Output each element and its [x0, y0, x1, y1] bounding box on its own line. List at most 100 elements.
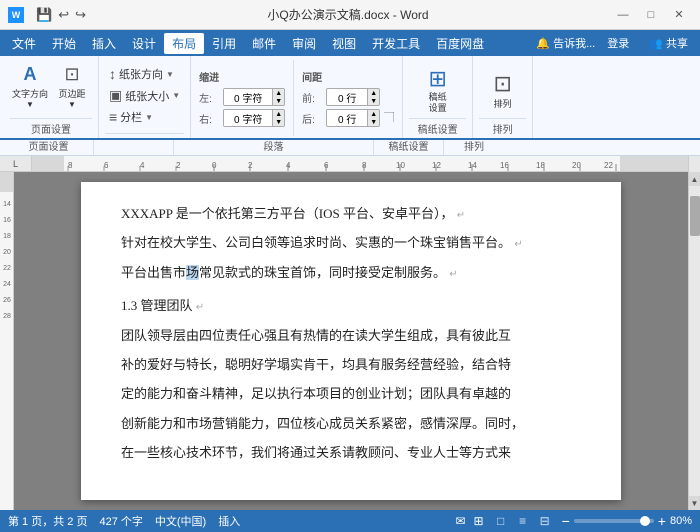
scroll-thumb[interactable] [690, 196, 700, 236]
minimize-button[interactable]: — [610, 5, 636, 25]
zoom-minus[interactable]: − [562, 513, 570, 529]
word-app-icon: W [8, 7, 24, 23]
scroll-down-button[interactable]: ▼ [689, 496, 700, 510]
language: 中文(中国) [155, 513, 206, 529]
spacing-after-up[interactable]: ▲ [367, 110, 379, 118]
indent-left-input[interactable] [224, 89, 272, 105]
paragraph-1-text: XXXAPP 是一个依托第三方平台（IOS 平台、安卓平台）， [121, 206, 453, 221]
view-web-layout[interactable]: ≡ [514, 513, 532, 529]
svg-text:22: 22 [3, 265, 11, 272]
svg-text:22: 22 [604, 161, 613, 170]
indent-right-down[interactable]: ▼ [272, 118, 284, 126]
word-count: 427 个字 [99, 513, 142, 529]
menu-bar: 文件 开始 插入 设计 布局 引用 邮件 审阅 视图 开发工具 百度网盘 🔔 告… [0, 30, 700, 56]
maximize-button[interactable]: □ [638, 5, 664, 25]
main-area: 14 16 18 20 22 24 26 28 XXXAPP 是一个依托第三方平… [0, 172, 700, 510]
ribbon-draft-label: 稿纸设置 [409, 118, 466, 136]
svg-text:12: 12 [432, 161, 441, 170]
paragraph-3: 平台出售市场常见款式的珠宝首饰，同时接受定制服务。 ↵ [121, 261, 581, 284]
menu-review[interactable]: 审阅 [284, 33, 324, 54]
document-canvas[interactable]: XXXAPP 是一个依托第三方平台（IOS 平台、安卓平台）， ↵ 针对在校大学… [14, 172, 688, 510]
menu-insert[interactable]: 插入 [84, 33, 124, 54]
scroll-up-button[interactable]: ▲ [689, 172, 700, 186]
zoom-slider[interactable] [574, 519, 654, 523]
paper-orientation-button[interactable]: ↕ 纸张方向 ▼ [105, 65, 178, 83]
spacing-before-down[interactable]: ▼ [367, 97, 379, 105]
paragraph-4-line1: 团队领导层由四位责任心强且有热情的在读大学生组成，具有彼此互 [121, 328, 511, 343]
paragraph-4c: 定的能力和奋斗精神，足以执行本项目的创业计划；团队具有卓越的 [121, 382, 581, 405]
ribbon-group-text-dir-content: A 文字方向 ▼ ⊡ 页边距 ▼ [10, 60, 92, 116]
window-controls: — □ ✕ [610, 5, 692, 25]
indent-right-spinner[interactable]: ▲ ▼ [223, 109, 285, 127]
spacing-after-down[interactable]: ▼ [367, 118, 379, 126]
undo-quick-btn[interactable]: ↩ [58, 7, 69, 23]
menu-design[interactable]: 设计 [124, 33, 164, 54]
spacing-after-spinner[interactable]: ▲ ▼ [326, 109, 380, 127]
indent-right-label: 右: [199, 111, 219, 126]
vertical-scrollbar[interactable]: ▲ ▼ [688, 172, 700, 510]
ribbon-group-paper-content: ↕ 纸张方向 ▼ ▣ 纸张大小 ▼ ≡ 分栏 ▼ [105, 60, 184, 131]
group-label-paper [94, 140, 174, 155]
paragraph-2: 针对在校大学生、公司白领等追求时尚、实惠的一个珠宝销售平台。 ↵ [121, 231, 581, 254]
menu-home[interactable]: 开始 [44, 33, 84, 54]
layout-icon[interactable]: ⊞ [474, 514, 484, 528]
text-direction-button[interactable]: A 文字方向 ▼ [10, 60, 50, 112]
indent-left-down[interactable]: ▼ [272, 97, 284, 105]
ruler-scroll-area [688, 156, 700, 172]
arrange-button[interactable]: ⊡ 排列 [481, 64, 525, 116]
horizontal-ruler: 8 6 4 2 0 2 4 6 8 10 12 [32, 156, 688, 172]
draft-paper-button[interactable]: ⊞ 稿纸设置 [416, 64, 460, 116]
indent-left-up[interactable]: ▲ [272, 89, 284, 97]
paragraph-5-text: 在一些核心技术环节，我们将通过关系请教顾问、专业人士等方式来 [121, 445, 511, 460]
save-quick-btn[interactable]: 💾 [36, 7, 52, 23]
heading-1-text: 1.3 管理团队 [121, 298, 193, 313]
indent-right-input[interactable] [224, 110, 272, 126]
ribbon-group-paper: ↕ 纸张方向 ▼ ▣ 纸张大小 ▼ ≡ 分栏 ▼ [99, 56, 191, 138]
indent-left-spinner[interactable]: ▲ ▼ [223, 88, 285, 106]
spacing-label: 间距 [302, 69, 380, 84]
menu-layout[interactable]: 布局 [164, 33, 204, 54]
menu-baidunetdisk[interactable]: 百度网盘 [428, 33, 492, 54]
margins-button[interactable]: ⊡ 页边距 ▼ [52, 60, 92, 112]
page-count: 第 1 页，共 2 页 [8, 513, 87, 529]
vertical-ruler: 14 16 18 20 22 24 26 28 [0, 172, 14, 510]
spacing-before-input[interactable] [327, 89, 367, 105]
indent-right-up[interactable]: ▲ [272, 110, 284, 118]
heading-1: 1.3 管理团队 ↵ [121, 294, 581, 317]
status-bar: 第 1 页，共 2 页 427 个字 中文(中国) 插入 ✉ ⊞ □ ≡ ⊟ −… [0, 510, 700, 532]
view-read-mode[interactable]: ⊟ [536, 513, 554, 529]
menu-references[interactable]: 引用 [204, 33, 244, 54]
columns-button[interactable]: ≡ 分栏 ▼ [105, 108, 157, 126]
paragraph-4d: 创新能力和市场营销能力，四位核心成员关系紧密，感情深厚。同时， [121, 412, 581, 435]
menu-file[interactable]: 文件 [4, 33, 44, 54]
paragraph-2-text: 针对在校大学生、公司白领等追求时尚、实惠的一个珠宝销售平台。 [121, 235, 511, 250]
paragraph-3-pilcrow: ↵ [449, 269, 457, 280]
ribbon-group-labels: 页面设置 段落 稿纸设置 排列 [0, 140, 700, 156]
menu-view[interactable]: 视图 [324, 33, 364, 54]
paragraph-4-line4: 创新能力和市场营销能力，四位核心成员关系紧密，感情深厚。同时， [121, 416, 524, 431]
tell-me-btn[interactable]: 🔔 告诉我... [536, 35, 595, 51]
paragraph-3-text-before: 平台出售市 [121, 265, 186, 280]
view-print-layout[interactable]: □ [492, 513, 510, 529]
paragraph-1: XXXAPP 是一个依托第三方平台（IOS 平台、安卓平台）， ↵ [121, 202, 581, 225]
menu-mailings[interactable]: 邮件 [244, 33, 284, 54]
redo-quick-btn[interactable]: ↪ [75, 7, 86, 23]
spacing-after-input[interactable] [327, 110, 367, 126]
document-content[interactable]: XXXAPP 是一个依托第三方平台（IOS 平台、安卓平台）， ↵ 针对在校大学… [121, 202, 581, 465]
zoom-plus[interactable]: + [658, 513, 666, 529]
indent-left-label: 左: [199, 90, 219, 105]
share-button[interactable]: 👥 共享 [641, 33, 696, 53]
spacing-after-row: 后: ▲ ▼ [302, 109, 380, 127]
cursor-highlight-char: 场 [186, 265, 199, 280]
close-button[interactable]: ✕ [666, 5, 692, 25]
notification-icon[interactable]: ✉ [455, 514, 465, 528]
spacing-before-up[interactable]: ▲ [367, 89, 379, 97]
menu-developer[interactable]: 开发工具 [364, 33, 428, 54]
scroll-track[interactable] [689, 186, 700, 496]
layout-ribbon: A 文字方向 ▼ ⊡ 页边距 ▼ 页面设置 ↕ 纸张方向 ▼ ▣ 纸张大小 ▼ [0, 56, 700, 140]
ribbon-group-paper-label [105, 133, 184, 136]
login-button[interactable]: 登录 [599, 33, 637, 53]
spacing-before-spinner[interactable]: ▲ ▼ [326, 88, 380, 106]
group-label-paragraph: 段落 [174, 140, 374, 155]
paper-size-button[interactable]: ▣ 纸张大小 ▼ [105, 86, 184, 105]
